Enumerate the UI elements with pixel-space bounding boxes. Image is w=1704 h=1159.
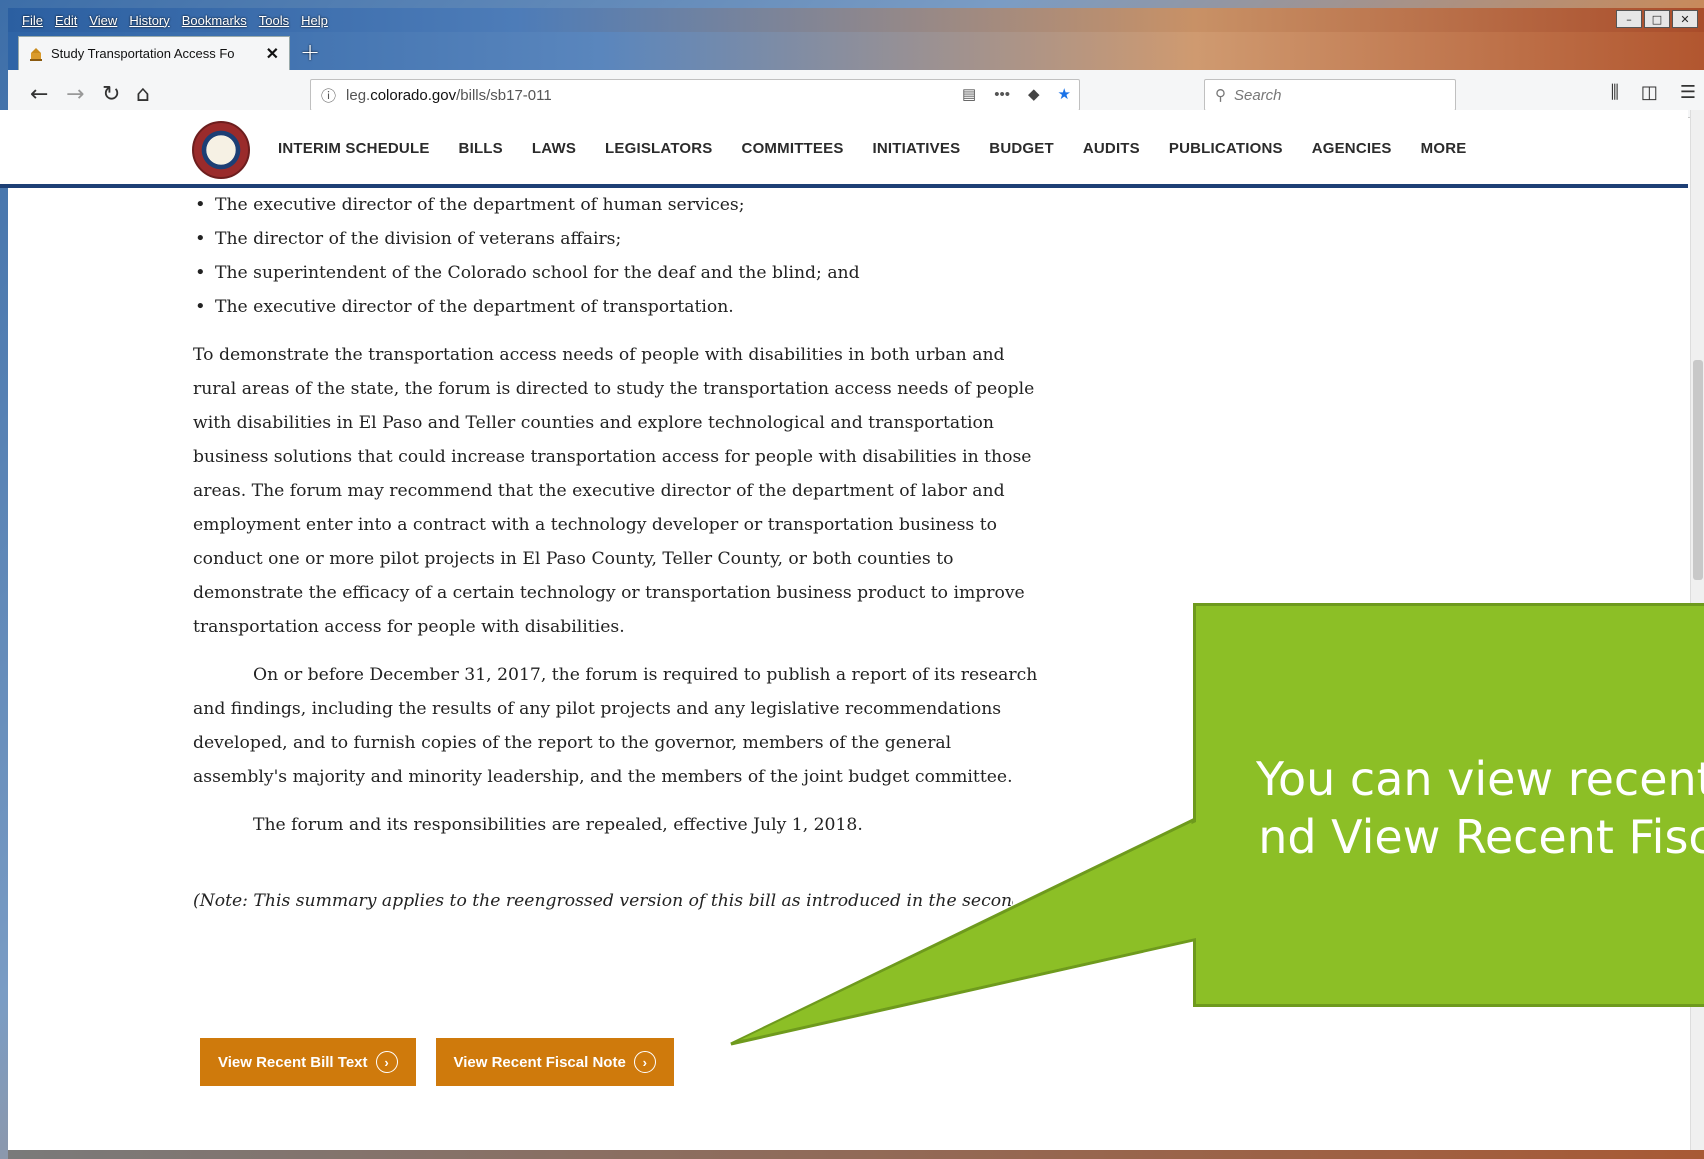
summary-paragraph-2: On or before December 31, 2017, the foru… (193, 658, 1053, 794)
colorado-seal-logo[interactable] (192, 121, 250, 179)
summary-paragraph-3: The forum and its responsibilities are r… (253, 815, 863, 835)
tab-title: Study Transportation Access Fo (51, 46, 235, 61)
nav-audits[interactable]: AUDITS (1083, 140, 1140, 157)
reader-view-icon[interactable]: ▤ (962, 85, 976, 103)
close-tab-icon[interactable]: ✕ (266, 44, 279, 64)
list-item: The executive director of the department… (193, 188, 1053, 222)
bill-summary: The executive director of the department… (193, 188, 1053, 918)
tab-bar: Study Transportation Access Fo ✕ + (8, 32, 1704, 70)
site-navigation: INTERIM SCHEDULE BILLS LAWS LEGISLATORS … (278, 140, 1466, 157)
right-toolbar: ⫼ ◫ ☰ (1611, 82, 1696, 103)
nav-budget[interactable]: BUDGET (989, 140, 1054, 157)
text-line: assembly's majority and minority leaders… (193, 767, 1013, 787)
view-bill-text-button[interactable]: View Recent Bill Text › (200, 1038, 416, 1086)
menu-help[interactable]: Help (301, 13, 328, 28)
button-label: View Recent Fiscal Note (453, 1053, 626, 1071)
menu-bar: File Edit View History Bookmarks Tools H… (8, 8, 1704, 32)
nav-more[interactable]: MORE (1421, 140, 1467, 157)
home-icon[interactable]: ⌂ (136, 82, 150, 107)
summary-paragraph-1: To demonstrate the transportation access… (193, 338, 1053, 644)
search-icon: ⚲ (1215, 87, 1226, 104)
text-line: rural areas of the state, the forum is d… (193, 379, 1035, 399)
nav-laws[interactable]: LAWS (532, 140, 576, 157)
summary-note: (Note: This summary applies to the reeng… (193, 891, 1013, 911)
scrollbar-thumb[interactable] (1693, 360, 1703, 580)
callout-line: You can view recent (1256, 752, 1704, 806)
page-actions-icon[interactable]: ••• (994, 86, 1010, 103)
menu-history[interactable]: History (129, 13, 169, 28)
nav-initiatives[interactable]: INITIATIVES (873, 140, 961, 157)
callout-text: You can view recent and View Recent Fisc (1256, 750, 1704, 866)
button-label: View Recent Bill Text (218, 1053, 368, 1071)
chevron-right-icon: › (633, 1051, 656, 1073)
window-controls: – □ ✕ (1616, 10, 1698, 28)
view-fiscal-note-button[interactable]: View Recent Fiscal Note › (435, 1038, 674, 1086)
address-bar[interactable]: ⓘ leg.colorado.gov/bills/sb17-011 ▤ ••• … (310, 79, 1080, 111)
maximize-icon[interactable]: □ (1644, 10, 1670, 28)
reload-icon[interactable]: ↻ (102, 82, 120, 107)
member-list: The executive director of the department… (193, 188, 1053, 324)
menu-edit[interactable]: Edit (55, 13, 77, 28)
bookmark-star-icon[interactable]: ★ (1058, 85, 1071, 103)
capitol-icon (30, 47, 42, 61)
text-line: employment enter into a contract with a … (193, 515, 997, 535)
close-window-icon[interactable]: ✕ (1672, 10, 1698, 28)
menu-bookmarks[interactable]: Bookmarks (182, 13, 247, 28)
url-actions: ▤ ••• ◆ ★ (962, 85, 1071, 104)
text-line: areas. The forum may recommend that the … (193, 481, 1005, 501)
text-line: with disabilities in El Paso and Teller … (193, 413, 994, 433)
sidebar-icon[interactable]: ◫ (1641, 82, 1658, 103)
text-line: On or before December 31, 2017, the foru… (253, 665, 1038, 685)
pocket-icon[interactable]: ◆ (1028, 85, 1040, 103)
nav-legislators[interactable]: LEGISLATORS (605, 140, 713, 157)
text-line: developed, and to furnish copies of the … (193, 733, 952, 753)
info-icon[interactable]: ⓘ (321, 85, 336, 106)
hamburger-menu-icon[interactable]: ☰ (1680, 82, 1696, 103)
library-icon[interactable]: ⫼ (1611, 82, 1619, 103)
url-text: leg.colorado.gov/bills/sb17-011 (346, 86, 552, 104)
search-placeholder: Search (1234, 86, 1282, 104)
nav-bills[interactable]: BILLS (459, 140, 503, 157)
site-header: INTERIM SCHEDULE BILLS LAWS LEGISLATORS … (0, 110, 1688, 188)
menu-file[interactable]: File (22, 13, 43, 28)
nav-interim-schedule[interactable]: INTERIM SCHEDULE (278, 140, 430, 157)
window-bottom-edge (8, 1150, 1704, 1159)
text-line: and findings, including the results of a… (193, 699, 1002, 719)
nav-committees[interactable]: COMMITTEES (742, 140, 844, 157)
list-item: The superintendent of the Colorado schoo… (193, 256, 1053, 290)
menu-view[interactable]: View (89, 13, 117, 28)
menu-tools[interactable]: Tools (259, 13, 289, 28)
nav-publications[interactable]: PUBLICATIONS (1169, 140, 1283, 157)
minimize-icon[interactable]: – (1616, 10, 1642, 28)
action-buttons: View Recent Bill Text › View Recent Fisc… (200, 1038, 674, 1086)
text-line: conduct one or more pilot projects in El… (193, 549, 954, 569)
search-input[interactable]: ⚲ Search (1204, 79, 1456, 111)
chevron-right-icon: › (375, 1051, 398, 1073)
forward-icon[interactable]: → (66, 82, 84, 107)
new-tab-button[interactable]: + (300, 38, 320, 66)
text-line: business solutions that could increase t… (193, 447, 1032, 467)
back-icon[interactable]: ← (30, 82, 48, 107)
callout-line: and View Recent Fisc (1256, 810, 1704, 864)
text-line: demonstrate the efficacy of a certain te… (193, 583, 1025, 603)
list-item: The director of the division of veterans… (193, 222, 1053, 256)
text-line: To demonstrate the transportation access… (193, 345, 1005, 365)
text-line: transportation access for people with di… (193, 617, 625, 637)
nav-agencies[interactable]: AGENCIES (1312, 140, 1392, 157)
list-item: The executive director of the department… (193, 290, 1053, 324)
tab-active[interactable]: Study Transportation Access Fo ✕ (18, 36, 290, 70)
